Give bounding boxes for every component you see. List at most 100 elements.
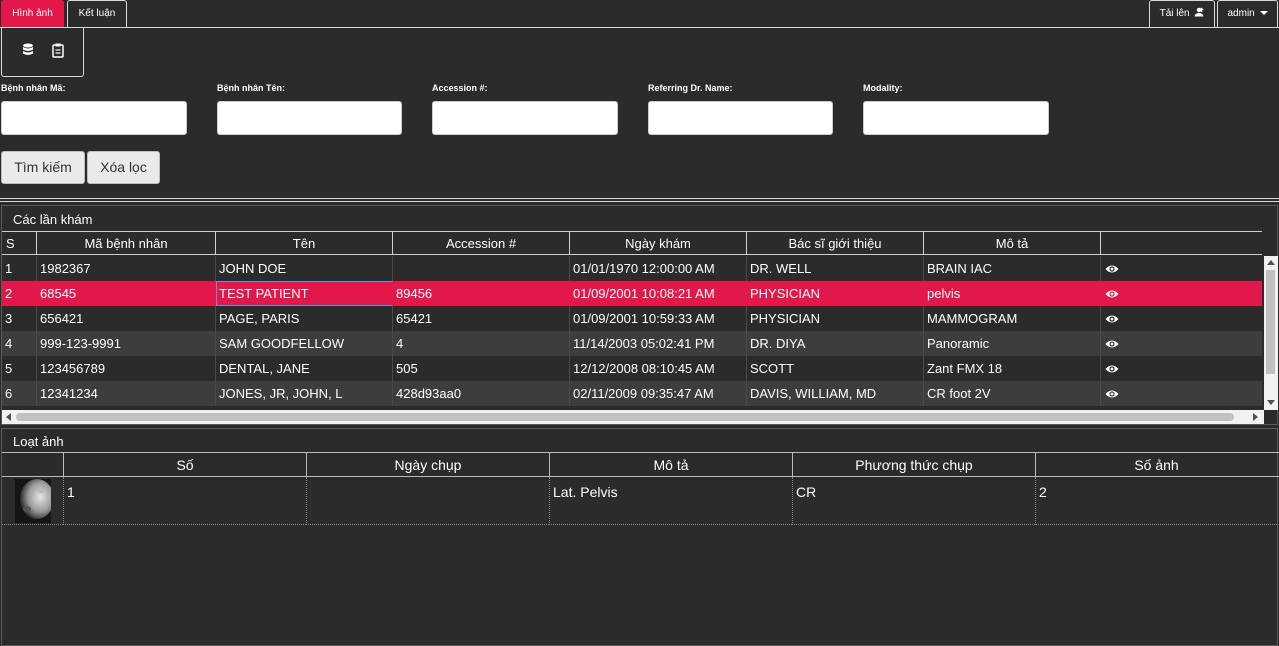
- upload-button[interactable]: Tải lên: [1149, 0, 1215, 27]
- study-row[interactable]: 2 68545 TEST PATIENT 89456 01/09/2001 10:08:…: [2, 281, 1262, 306]
- view-eye-icon[interactable]: [1105, 389, 1119, 399]
- column-header-actions: [1101, 232, 1262, 255]
- view-eye-icon[interactable]: [1105, 364, 1119, 374]
- cell-patient-name[interactable]: JONES, JR, JOHN, L: [216, 381, 393, 406]
- view-eye-icon[interactable]: [1105, 339, 1119, 349]
- series-image-count-cell: 2: [1035, 477, 1277, 525]
- cell-patient-id[interactable]: 123456789: [37, 356, 216, 381]
- study-row[interactable]: 4 999-123-9991 SAM GOODFELLOW 4 11/14/2003 0…: [2, 331, 1262, 356]
- column-header-image-count[interactable]: Số ảnh: [1035, 453, 1277, 477]
- cell-no[interactable]: 1: [2, 256, 37, 281]
- cell-patient-id[interactable]: 12341234: [37, 381, 216, 406]
- cell-referring-doctor[interactable]: DR. WELL: [747, 256, 924, 281]
- study-row[interactable]: 1 1982367 JOHN DOE 01/01/1970 12:00:00 AM DR…: [2, 256, 1262, 281]
- cell-referring-doctor[interactable]: SCOTT: [747, 356, 924, 381]
- cell-no[interactable]: 6: [2, 381, 37, 406]
- accession-input[interactable]: [432, 101, 618, 135]
- cell-accession[interactable]: [393, 256, 570, 281]
- cell-patient-name[interactable]: JOHN DOE: [216, 256, 393, 281]
- cell-description[interactable]: MAMMOGRAM: [924, 306, 1101, 331]
- column-header-capture-date[interactable]: Ngày chụp: [306, 453, 549, 477]
- study-row[interactable]: 5 123456789 DENTAL, JANE 505 12/12/2008 08:1…: [2, 356, 1262, 381]
- cell-study-date[interactable]: 01/09/2001 10:08:21 AM: [570, 281, 747, 306]
- cell-patient-name[interactable]: PAGE, PARIS: [216, 306, 393, 331]
- tab-images[interactable]: Hình ảnh: [1, 0, 64, 27]
- series-panel: Loạt ảnh Số Ngày chụp Mô tả Phương thức …: [1, 428, 1279, 646]
- cell-patient-name[interactable]: DENTAL, JANE: [216, 356, 393, 381]
- modality-input[interactable]: [863, 101, 1049, 135]
- cell-accession[interactable]: 428d93aa0: [393, 381, 570, 406]
- cell-patient-name[interactable]: TEST PATIENT: [216, 281, 393, 306]
- scroll-down-icon[interactable]: [1267, 400, 1275, 405]
- cell-patient-name[interactable]: SAM GOODFELLOW: [216, 331, 393, 356]
- column-header-modality[interactable]: Phương thức chụp: [792, 453, 1035, 477]
- view-eye-icon[interactable]: [1105, 289, 1119, 299]
- series-thumbnail[interactable]: [15, 479, 51, 523]
- column-header-description[interactable]: Mô tả: [924, 232, 1101, 255]
- series-modality-cell: CR: [792, 477, 1035, 525]
- upload-label: Tải lên: [1159, 8, 1190, 19]
- scrollbar-thumb[interactable]: [1266, 270, 1275, 374]
- column-header-series-description[interactable]: Mô tả: [549, 453, 792, 477]
- user-name: admin: [1227, 8, 1255, 19]
- column-header-thumbnail: [2, 453, 63, 477]
- view-eye-icon[interactable]: [1105, 314, 1119, 324]
- cell-no[interactable]: 3: [2, 306, 37, 331]
- cell-patient-id[interactable]: 999-123-9991: [37, 331, 216, 356]
- cell-accession[interactable]: 89456: [393, 281, 570, 306]
- scroll-up-icon[interactable]: [1267, 260, 1275, 265]
- cell-study-date[interactable]: 01/01/1970 12:00:00 AM: [570, 256, 747, 281]
- patient-name-input[interactable]: [217, 101, 402, 135]
- cell-patient-id[interactable]: 656421: [37, 306, 216, 331]
- series-thumbnail-cell[interactable]: [2, 477, 63, 525]
- cell-referring-doctor[interactable]: DR. DIYA: [747, 331, 924, 356]
- series-row[interactable]: 1 Lat. Pelvis CR 2: [2, 477, 1279, 526]
- column-header-doctor[interactable]: Bác sĩ giới thiệu: [747, 232, 924, 255]
- cell-accession[interactable]: 4: [393, 331, 570, 356]
- scrollbar-thumb[interactable]: [16, 413, 1234, 421]
- cell-referring-doctor[interactable]: PHYSICIAN: [747, 306, 924, 331]
- cell-description[interactable]: Panoramic: [924, 331, 1101, 356]
- study-row[interactable]: 6 12341234 JONES, JR, JOHN, L 428d93aa0 02/1…: [2, 381, 1262, 406]
- patient-id-input[interactable]: [1, 101, 187, 135]
- column-header-patient-id[interactable]: Mã bệnh nhân: [37, 232, 216, 255]
- column-header-accession[interactable]: Accession #: [393, 232, 570, 255]
- tab-conclusion[interactable]: Kết luận: [67, 0, 127, 27]
- vertical-scrollbar[interactable]: [1264, 256, 1278, 410]
- scroll-right-icon[interactable]: [1253, 413, 1258, 421]
- cell-no[interactable]: 4: [2, 331, 37, 356]
- column-header-no[interactable]: S: [2, 232, 37, 255]
- user-menu[interactable]: admin: [1217, 0, 1278, 27]
- cell-description[interactable]: pelvis: [924, 281, 1101, 306]
- cell-study-date[interactable]: 11/14/2003 05:02:41 PM: [570, 331, 747, 356]
- cell-study-date[interactable]: 02/11/2009 09:35:47 AM: [570, 381, 747, 406]
- cell-no[interactable]: 5: [2, 356, 37, 381]
- clipboard-icon[interactable]: [50, 42, 66, 58]
- scroll-left-icon[interactable]: [6, 413, 11, 421]
- database-icon[interactable]: [20, 42, 36, 58]
- cell-description[interactable]: CR foot 2V: [924, 381, 1101, 406]
- cell-study-date[interactable]: 12/12/2008 08:10:45 AM: [570, 356, 747, 381]
- cell-description[interactable]: Zant FMX 18: [924, 356, 1101, 381]
- cell-accession[interactable]: 65421: [393, 306, 570, 331]
- xray-thumbnail-icon: [15, 479, 51, 523]
- cell-referring-doctor[interactable]: PHYSICIAN: [747, 281, 924, 306]
- horizontal-scrollbar[interactable]: [2, 410, 1264, 424]
- column-header-series-number[interactable]: Số: [63, 453, 306, 477]
- column-header-name[interactable]: Tên: [216, 232, 393, 255]
- view-eye-icon[interactable]: [1105, 264, 1119, 274]
- cell-study-date[interactable]: 01/09/2001 10:59:33 AM: [570, 306, 747, 331]
- cell-accession[interactable]: 505: [393, 356, 570, 381]
- cell-patient-id[interactable]: 1982367: [37, 256, 216, 281]
- patient-name-label: Bệnh nhân Tên:: [217, 83, 285, 93]
- column-header-date[interactable]: Ngày khám: [570, 232, 747, 255]
- study-row[interactable]: 3 656421 PAGE, PARIS 65421 01/09/2001 10:59:…: [2, 306, 1262, 331]
- cell-description[interactable]: BRAIN IAC: [924, 256, 1101, 281]
- referring-doctor-input[interactable]: [648, 101, 833, 135]
- cell-referring-doctor[interactable]: DAVIS, WILLIAM, MD: [747, 381, 924, 406]
- cell-actions: [1101, 381, 1262, 406]
- cell-no[interactable]: 2: [2, 281, 37, 306]
- clear-filter-button[interactable]: Xóa lọc: [87, 151, 160, 184]
- search-button[interactable]: Tìm kiếm: [1, 151, 85, 184]
- cell-patient-id[interactable]: 68545: [37, 281, 216, 306]
